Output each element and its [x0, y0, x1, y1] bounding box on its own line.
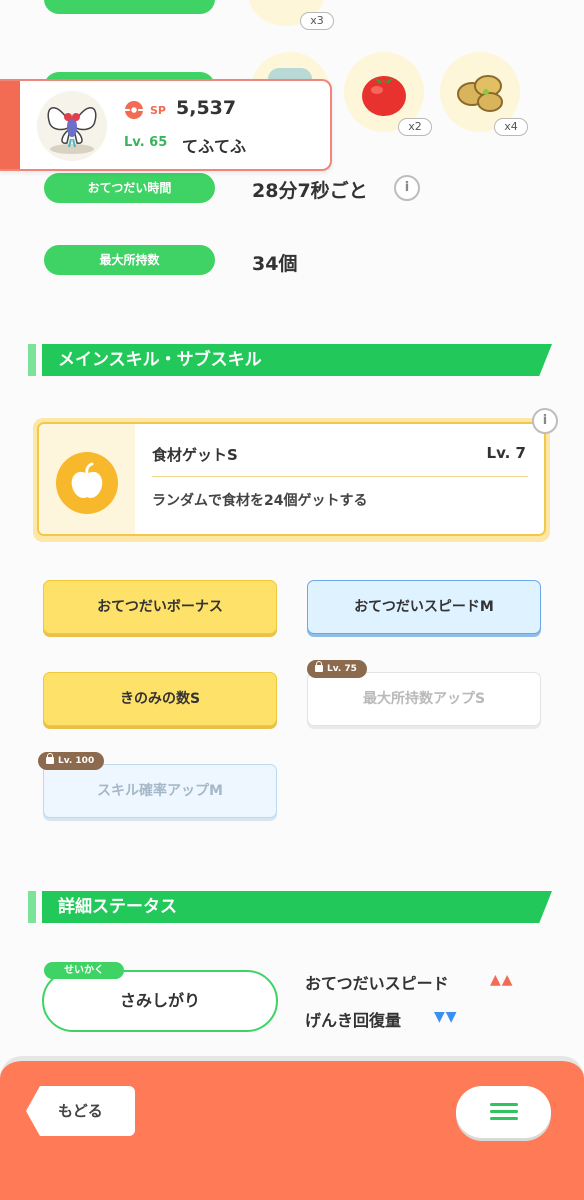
main-skill-card[interactable]: 食材ゲットS Lv. 7 ランダムで食材を24個ゲットする: [33, 418, 550, 542]
avatar: [37, 91, 107, 161]
ingredients-label-pill: [44, 0, 215, 14]
sub-skill-skill-trigger-m[interactable]: スキル確率アップM: [43, 764, 277, 818]
menu-icon: [490, 1103, 518, 1106]
nature-effect-up-arrows: ▲▲: [490, 972, 514, 988]
sub-skill-help-speed-m[interactable]: おてつだいスピードM: [307, 580, 541, 634]
lock-icon: [46, 752, 54, 764]
nature-effect-down-label: げんき回復量: [305, 1011, 402, 1030]
main-skill-name: 食材ゲットS: [152, 446, 238, 464]
butterfly-icon: [47, 107, 97, 154]
nature-tag: せいかく: [44, 962, 124, 979]
sp-label: SP: [150, 104, 166, 117]
help-time-label: おてつだい時間: [44, 173, 215, 203]
nickname: てふてふ: [182, 137, 247, 156]
skills-section-header: メインスキル・サブスキル: [28, 344, 552, 376]
help-time-info-icon[interactable]: i: [394, 175, 420, 201]
sub-skill-help-bonus[interactable]: おてつだいボーナス: [43, 580, 277, 634]
lock-tag-lv75: Lv. 75: [307, 660, 367, 678]
apple-icon: [56, 452, 118, 514]
nature-box[interactable]: さみしがり: [42, 970, 278, 1032]
back-button[interactable]: もどる: [26, 1086, 135, 1136]
lock-icon: [315, 660, 323, 672]
max-carry-value: 34個: [252, 253, 298, 275]
details-section-title: 詳細ステータス: [58, 897, 177, 917]
profile-card-stripe: [0, 81, 20, 169]
sub-skill-berry-count-s[interactable]: きのみの数S: [43, 672, 277, 726]
main-skill-level: Lv. 7: [486, 444, 526, 462]
pokeball-icon: [125, 101, 143, 119]
max-carry-label: 最大所持数: [44, 245, 215, 275]
profile-card: SP 5,537 Lv. 65 てふてふ: [0, 79, 332, 171]
menu-button[interactable]: [456, 1086, 551, 1138]
skills-section-title: メインスキル・サブスキル: [58, 350, 262, 370]
menu-icon-line: [490, 1110, 518, 1113]
nature-effect-down-arrows: ▼▼: [434, 1009, 458, 1025]
lock-tag-lv100: Lv. 100: [38, 752, 105, 770]
sub-skill-inventory-up-s[interactable]: 最大所持数アップS: [307, 672, 541, 726]
help-time-value: 28分7秒ごと: [252, 180, 368, 202]
ingredient-count-tomato: x2: [398, 118, 432, 136]
ingredient-count-potato: x4: [494, 118, 528, 136]
main-skill-info-icon[interactable]: i: [532, 408, 558, 434]
level-label: Lv. 65: [124, 135, 168, 150]
nature-effect-up-label: おてつだいスピード: [305, 974, 449, 993]
divider: [152, 476, 528, 477]
menu-icon-line: [490, 1117, 518, 1120]
main-skill-description: ランダムで食材を24個ゲットする: [152, 493, 368, 509]
details-section-header: 詳細ステータス: [28, 891, 552, 923]
ingredient-count-top: x3: [300, 12, 334, 30]
sp-value: 5,537: [176, 97, 237, 119]
